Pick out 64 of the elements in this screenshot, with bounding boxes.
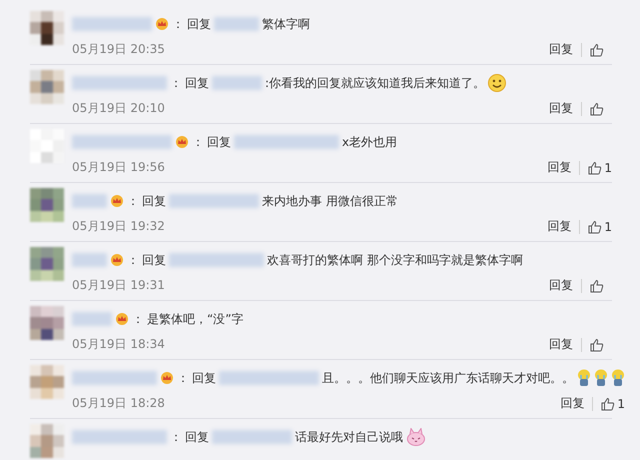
avatar-placeholder (30, 188, 64, 222)
like-button[interactable]: 1 (588, 160, 612, 174)
crying-emoji-icon (611, 369, 625, 387)
colon-text: ： (177, 370, 189, 386)
blurred-username (214, 17, 259, 31)
reply-link[interactable]: 回复 (560, 395, 584, 412)
crying-emoji-icon (594, 369, 608, 387)
comment-text: 来内地办事 用微信很正常 (262, 192, 398, 210)
comment-text: 话最好先对自己说哦 (295, 428, 403, 446)
avatar-placeholder (30, 365, 64, 399)
reply-label: 回复 (185, 74, 209, 92)
reply-link[interactable]: 回复 (547, 159, 572, 176)
like-button[interactable]: 1 (601, 396, 625, 410)
colon-text: ： (170, 428, 182, 446)
thumbs-up-icon (590, 278, 604, 292)
comment-date: 05月19日 19:56 (72, 159, 165, 176)
avatar-placeholder (30, 129, 64, 163)
avatar-placeholder (30, 70, 64, 104)
reply-link[interactable]: 回复 (549, 336, 573, 353)
crying-emoji-icon (577, 369, 591, 387)
reply-link[interactable]: 回复 (549, 41, 573, 58)
comment-text: x老外也用 (342, 134, 398, 150)
colon-text: ： (172, 16, 184, 32)
reply-label: 回复 (207, 134, 231, 150)
colon-text: ： (127, 192, 139, 210)
comment-text: 繁体字啊 (262, 16, 310, 32)
comment-date: 05月19日 18:34 (72, 336, 165, 353)
thumbs-up-icon (588, 220, 602, 234)
colon-text: ： (170, 74, 182, 92)
colon-text: ： (132, 310, 144, 328)
blurred-username (72, 194, 107, 208)
blurred-username (72, 253, 107, 267)
thumbs-up-icon (590, 42, 604, 56)
thumbs-up-icon (590, 102, 604, 116)
reply-link[interactable]: 回复 (547, 218, 572, 235)
like-button[interactable]: 1 (588, 220, 612, 234)
comment-date: 05月19日 20:10 (72, 100, 165, 117)
thumbs-up-icon (590, 338, 604, 352)
colon-text: ： (127, 252, 139, 268)
comment-text: 欢喜哥打的繁体啊 那个没字和吗字就是繁体字啊 (267, 252, 523, 268)
reply-label: 回复 (187, 16, 211, 32)
comment-date: 05月19日 19:32 (72, 218, 165, 235)
blurred-username (212, 76, 262, 90)
colon-text: ： (192, 134, 204, 150)
avatar-placeholder (30, 424, 64, 458)
comment-text: 且。。。他们聊天应该用广东话聊天才对吧。。 (322, 370, 574, 386)
blurred-username (72, 312, 112, 326)
smiley-emoji-icon (488, 74, 506, 92)
comment-text: :你看我的回复就应该知道我后来知道了。 (265, 74, 486, 92)
reply-label: 回复 (142, 192, 166, 210)
reply-link[interactable]: 回复 (549, 277, 573, 294)
reply-label: 回复 (185, 428, 209, 446)
avatar-placeholder (30, 247, 64, 281)
reply-link[interactable]: 回复 (549, 100, 573, 117)
comment-date: 05月19日 20:35 (72, 41, 165, 58)
reply-label: 回复 (192, 370, 216, 386)
comment-text: 是繁体吧，“没”字 (147, 310, 244, 328)
avatar-placeholder (30, 306, 64, 340)
comment-date: 05月19日 19:31 (72, 277, 165, 294)
comment-date: 05月19日 18:28 (72, 395, 165, 412)
avatar-placeholder (30, 11, 64, 45)
thumbs-up-icon (588, 160, 602, 174)
thumbs-up-icon (601, 396, 616, 410)
reply-label: 回复 (142, 252, 166, 268)
